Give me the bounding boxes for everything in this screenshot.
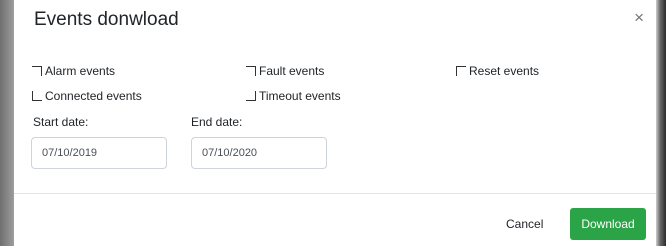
close-icon[interactable]: × xyxy=(634,9,644,26)
checkbox-reset-events[interactable]: Reset events xyxy=(456,64,539,78)
checkbox-icon[interactable] xyxy=(32,91,42,101)
dialog-title: Events donwload xyxy=(34,9,179,30)
checkbox-label: Timeout events xyxy=(259,89,341,103)
cancel-button[interactable]: Cancel xyxy=(506,217,543,231)
checkbox-alarm-events[interactable]: Alarm events xyxy=(32,64,115,78)
checkbox-label: Connected events xyxy=(45,89,142,103)
checkbox-timeout-events[interactable]: Timeout events xyxy=(246,89,341,103)
start-date-label: Start date: xyxy=(33,115,89,129)
checkbox-icon[interactable] xyxy=(246,91,256,101)
checkbox-label: Alarm events xyxy=(45,64,116,78)
checkbox-label: Reset events xyxy=(469,64,540,78)
end-date-input[interactable] xyxy=(191,137,327,169)
checkbox-icon[interactable] xyxy=(246,66,256,76)
checkbox-connected-events[interactable]: Connected events xyxy=(32,89,142,103)
footer-divider xyxy=(14,193,656,194)
end-date-label: End date: xyxy=(191,115,243,129)
checkbox-label: Fault events xyxy=(259,64,325,78)
download-button[interactable]: Download xyxy=(570,208,646,240)
start-date-input[interactable] xyxy=(31,137,167,169)
events-download-dialog: Events donwload × Alarm events Fault eve… xyxy=(14,0,656,246)
checkbox-icon[interactable] xyxy=(32,66,42,76)
checkbox-fault-events[interactable]: Fault events xyxy=(246,64,324,78)
checkbox-icon[interactable] xyxy=(456,66,466,76)
